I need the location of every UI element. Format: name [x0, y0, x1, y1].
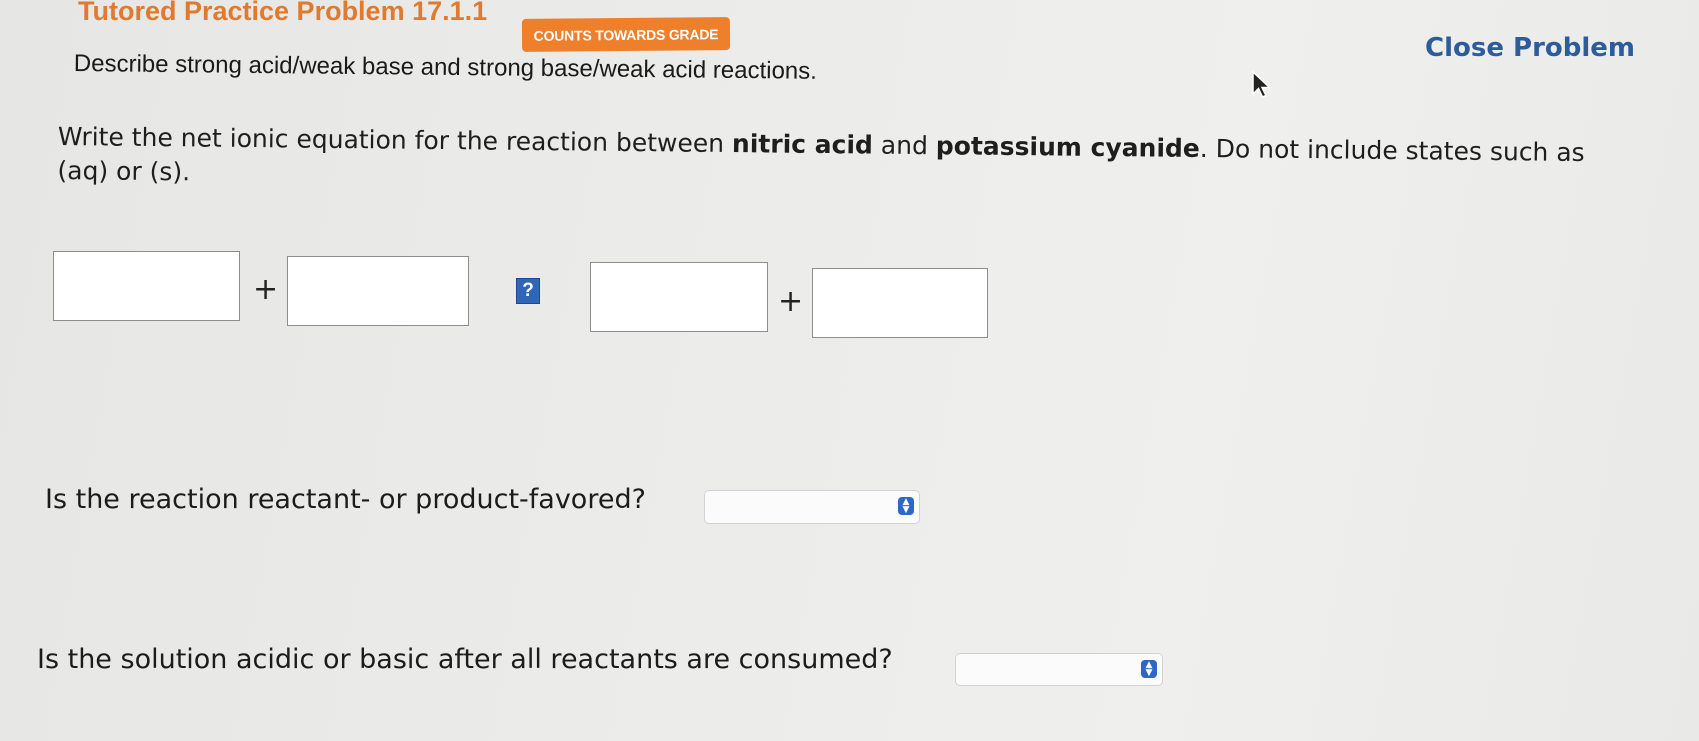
- counts-towards-grade-badge: COUNTS TOWARDS GRADE: [521, 17, 731, 52]
- reactant-1-input[interactable]: [53, 251, 240, 321]
- instruction-and: and: [872, 130, 937, 161]
- plus-sign: +: [253, 272, 279, 307]
- instruction-text-1: Write the net ionic equation for the rea…: [57, 121, 733, 159]
- product-1-input[interactable]: [590, 262, 768, 332]
- problem-description: Describe strong acid/weak base and stron…: [73, 50, 818, 85]
- reactant-a-name: nitric acid: [731, 129, 874, 160]
- question-acidic-basic: Is the solution acidic or basic after al…: [37, 644, 893, 675]
- reactant-2-input[interactable]: [287, 256, 469, 326]
- acidic-basic-select[interactable]: ▲ ▼: [955, 653, 1163, 686]
- plus-sign: +: [778, 284, 804, 319]
- problem-title: Tutored Practice Problem 17.1.1: [78, 0, 488, 26]
- mouse-pointer-icon: [1252, 70, 1272, 98]
- close-problem-link[interactable]: Close Problem: [1425, 33, 1635, 63]
- chevron-updown-icon: ▲ ▼: [898, 497, 914, 515]
- reactant-b-name: potassium cyanide: [935, 131, 1200, 163]
- product-2-input[interactable]: [812, 268, 988, 338]
- problem-instruction: Write the net ionic equation for the rea…: [57, 120, 1618, 204]
- arrow-help-button[interactable]: ?: [516, 278, 540, 304]
- chevron-updown-icon: ▲ ▼: [1141, 660, 1157, 678]
- favored-select[interactable]: ▲ ▼: [704, 490, 920, 524]
- question-favored: Is the reaction reactant- or product-fav…: [45, 484, 646, 515]
